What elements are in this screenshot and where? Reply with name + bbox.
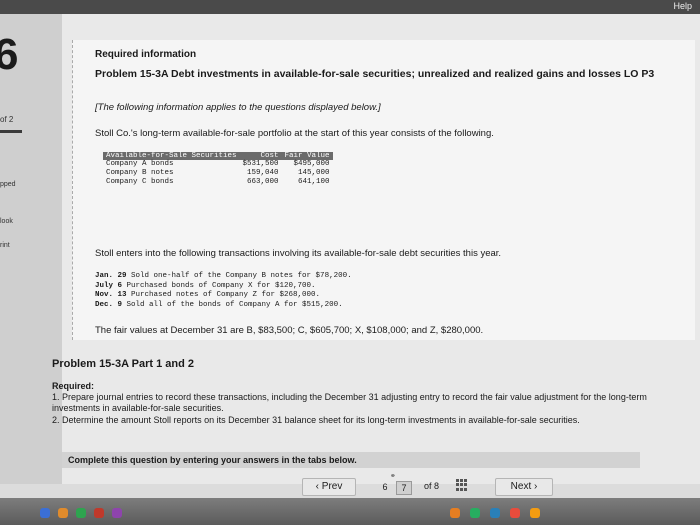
transaction-text: Sold all of the bonds of Company A for $… <box>126 300 343 309</box>
cost-value: 159,040 <box>247 169 279 177</box>
part-title: Problem 15-3A Part 1 and 2 <box>52 358 195 370</box>
security-name: Company B notes <box>106 169 174 177</box>
required-info-panel: Required information Problem 15-3A Debt … <box>72 40 695 340</box>
app-icon[interactable] <box>470 508 480 518</box>
transaction-text: Purchased bonds of Company X for $120,70… <box>126 281 316 290</box>
table-row: Company C bonds 663,000 641,100 <box>103 178 333 187</box>
next-button[interactable]: Next › <box>495 478 553 496</box>
help-link[interactable]: Help <box>673 1 692 11</box>
part-progress-bar <box>0 130 22 133</box>
transaction-item: Dec. 9 Sold all of the bonds of Company … <box>95 301 352 311</box>
requirement-2: 2. Determine the amount Stoll reports on… <box>52 415 580 425</box>
top-bar: Help <box>0 0 700 14</box>
fair-value: 145,000 <box>298 169 330 177</box>
page-total: of 8 <box>424 481 440 491</box>
instructions-text: Complete this question by entering your … <box>68 455 357 465</box>
table-row: Company A bonds $531,500 $495,000 <box>103 160 333 169</box>
fair-value: $495,000 <box>293 160 330 168</box>
app-icon[interactable] <box>40 508 50 518</box>
transaction-date: July 6 <box>95 281 123 290</box>
security-name: Company C bonds <box>106 178 174 186</box>
chevron-right-icon: › <box>534 481 538 492</box>
os-dock <box>0 498 700 525</box>
header-cost: Cost <box>239 152 282 160</box>
table-row: Company B notes 159,040 145,000 <box>103 169 333 178</box>
question-number: 6 <box>0 30 19 79</box>
link-icon: ⚭ <box>390 473 396 480</box>
required-label: Required: <box>52 381 95 391</box>
grid-icon[interactable] <box>456 479 468 491</box>
app-icon[interactable] <box>490 508 500 518</box>
next-label: Next <box>510 481 532 492</box>
cost-value: 663,000 <box>247 178 279 186</box>
page-button-6[interactable]: 6 <box>378 481 392 493</box>
part-count: of 2 <box>0 115 14 124</box>
transaction-date: Nov. 13 <box>95 291 127 299</box>
cost-value: $531,500 <box>242 160 279 168</box>
transaction-date: Dec. 9 <box>95 300 123 309</box>
transaction-item: July 6 Purchased bonds of Company X for … <box>95 282 352 292</box>
app-icon[interactable] <box>58 508 68 518</box>
nav-item-skipped[interactable]: pped <box>0 181 16 188</box>
portfolio-table: Available-for-Sale Securities Cost Fair … <box>103 152 333 187</box>
problem-title: Problem 15-3A Debt investments in availa… <box>95 68 655 80</box>
prev-label: Prev <box>321 481 343 492</box>
app-icon[interactable] <box>510 508 520 518</box>
page-button-7[interactable]: 7 <box>396 481 412 495</box>
intro-note: [The following information applies to th… <box>95 102 381 113</box>
table-header-row: Available-for-Sale Securities Cost Fair … <box>103 152 333 160</box>
transaction-item: Nov. 13 Purchased notes of Company Z for… <box>95 291 352 301</box>
app-icon[interactable] <box>94 508 104 518</box>
transaction-text: Sold one-half of the Company B notes for… <box>131 272 352 280</box>
portfolio-intro: Stoll Co.'s long-term available-for-sale… <box>95 128 494 139</box>
app-icon[interactable] <box>76 508 86 518</box>
app-icon[interactable] <box>530 508 540 518</box>
fair-value: 641,100 <box>298 178 330 186</box>
transaction-item: Jan. 29 Sold one-half of the Company B n… <box>95 272 352 282</box>
app-icon[interactable] <box>112 508 122 518</box>
chevron-left-icon: ‹ <box>315 481 319 492</box>
fair-values-text: The fair values at December 31 are B, $8… <box>95 325 484 336</box>
transactions-intro: Stoll enters into the following transact… <box>95 248 502 259</box>
header-securities: Available-for-Sale Securities <box>103 152 240 160</box>
required-info-heading: Required information <box>95 49 197 60</box>
nav-item-ebook[interactable]: look <box>0 218 13 225</box>
transaction-text: Purchased notes of Company Z for $268,00… <box>131 291 321 299</box>
security-name: Company A bonds <box>106 160 174 168</box>
nav-item-print[interactable]: rint <box>0 242 10 249</box>
instructions-bar: Complete this question by entering your … <box>62 452 640 468</box>
app-icon[interactable] <box>450 508 460 518</box>
transaction-date: Jan. 29 <box>95 272 127 280</box>
requirement-1: 1. Prepare journal entries to record the… <box>52 392 647 413</box>
transactions-list: Jan. 29 Sold one-half of the Company B n… <box>95 272 352 310</box>
prev-button[interactable]: ‹ Prev <box>302 478 356 496</box>
header-fair-value: Fair Value <box>281 152 333 160</box>
